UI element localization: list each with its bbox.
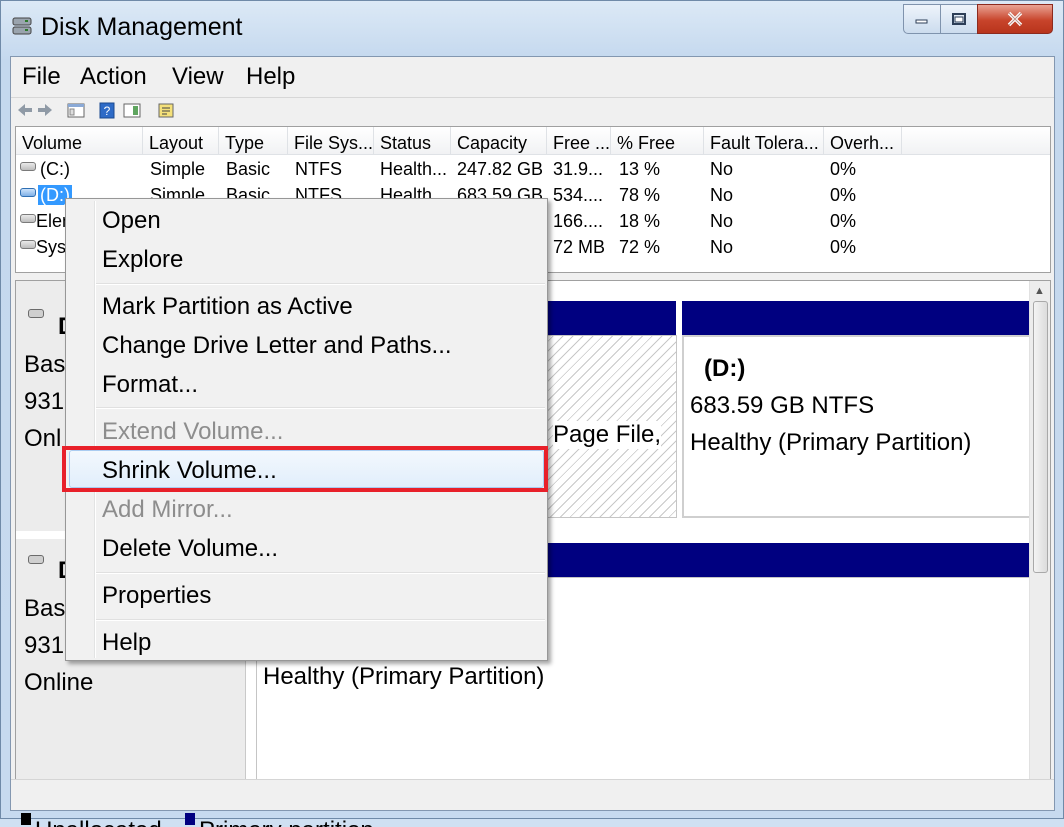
cell-fault: No bbox=[710, 159, 734, 179]
cell-overhead: 0% bbox=[830, 159, 857, 179]
cell-fault: No bbox=[710, 185, 734, 205]
vertical-scrollbar[interactable]: ▲ ▼ bbox=[1029, 281, 1050, 799]
volume-icon bbox=[20, 188, 36, 197]
cell-fault: No bbox=[710, 237, 734, 257]
disk-icon bbox=[28, 309, 44, 318]
help-icon[interactable]: ? bbox=[99, 102, 115, 119]
disk0-size: 931 bbox=[24, 388, 65, 415]
cell-type: Basic bbox=[226, 159, 271, 179]
disk1-status: Online bbox=[24, 669, 94, 696]
column-fault-tolerance[interactable]: Fault Tolera... bbox=[704, 127, 824, 155]
toolbar: ? bbox=[11, 97, 1054, 124]
menu-separator bbox=[96, 572, 545, 574]
menu-bar: File Action View Help bbox=[11, 57, 1054, 97]
cell-filesystem: NTFS bbox=[295, 159, 342, 179]
caption-buttons bbox=[903, 4, 1053, 34]
cell-free: 166.... bbox=[553, 211, 604, 231]
menu-explore[interactable]: Explore bbox=[102, 246, 183, 274]
menu-gutter bbox=[94, 201, 96, 658]
cell-status: Health... bbox=[380, 159, 448, 179]
minimize-icon bbox=[915, 19, 928, 24]
menu-add-mirror: Add Mirror... bbox=[102, 496, 233, 523]
menu-file[interactable]: File bbox=[22, 63, 61, 91]
svg-text:?: ? bbox=[104, 104, 111, 118]
unallocated-swatch bbox=[21, 813, 31, 825]
column-volume[interactable]: Volume bbox=[16, 127, 143, 155]
cell-layout: Simple bbox=[150, 159, 206, 179]
partition-mid-status: Page File, bbox=[553, 421, 662, 449]
menu-separator bbox=[96, 619, 545, 621]
menu-delete-volume[interactable]: Delete Volume... bbox=[102, 535, 278, 563]
column-filesystem[interactable]: File Sys... bbox=[288, 127, 374, 155]
forward-arrow-icon[interactable] bbox=[37, 102, 53, 119]
cell-fault: No bbox=[710, 211, 734, 231]
maximize-icon bbox=[952, 13, 966, 25]
menu-separator bbox=[96, 407, 545, 409]
disk1-type: Bas bbox=[24, 595, 66, 622]
partition-d-name: (D:) bbox=[704, 355, 746, 382]
column-spacer bbox=[902, 127, 1050, 155]
partition-d-header bbox=[682, 301, 1031, 335]
menu-properties[interactable]: Properties bbox=[102, 582, 211, 610]
disk-management-icon bbox=[12, 17, 32, 35]
cell-volume: (C:) bbox=[40, 159, 70, 179]
column-capacity[interactable]: Capacity bbox=[451, 127, 547, 155]
menu-action[interactable]: Action bbox=[80, 63, 147, 91]
menu-separator bbox=[96, 283, 545, 285]
disk-icon bbox=[28, 555, 44, 564]
menu-help[interactable]: Help bbox=[246, 63, 295, 91]
close-icon bbox=[1007, 11, 1023, 27]
partition-d[interactable]: (D:) 683.59 GB NTFS Healthy (Primary Par… bbox=[682, 335, 1031, 518]
column-pct-free[interactable]: % Free bbox=[611, 127, 704, 155]
column-overhead[interactable]: Overh... bbox=[824, 127, 902, 155]
scroll-up-arrow-icon[interactable]: ▲ bbox=[1034, 285, 1045, 297]
scroll-thumb[interactable] bbox=[1033, 301, 1048, 573]
menu-help[interactable]: Help bbox=[102, 629, 151, 657]
column-layout[interactable]: Layout bbox=[143, 127, 219, 155]
menu-open[interactable]: Open bbox=[102, 207, 161, 235]
menu-change-drive-letter[interactable]: Change Drive Letter and Paths... bbox=[102, 332, 452, 360]
menu-extend-volume: Extend Volume... bbox=[102, 418, 284, 445]
column-status[interactable]: Status bbox=[374, 127, 451, 155]
menu-mark-active[interactable]: Mark Partition as Active bbox=[102, 293, 353, 321]
context-menu: Open Explore Mark Partition as Active Ch… bbox=[65, 198, 548, 661]
cell-pct-free: 13 % bbox=[619, 159, 661, 179]
partition-d-status: Healthy (Primary Partition) bbox=[690, 429, 972, 456]
properties-icon[interactable] bbox=[157, 102, 175, 119]
maximize-button[interactable] bbox=[940, 4, 978, 34]
close-button[interactable] bbox=[977, 4, 1053, 34]
column-type[interactable]: Type bbox=[219, 127, 288, 155]
volume-icon bbox=[20, 214, 36, 223]
menu-view[interactable]: View bbox=[172, 63, 224, 91]
minimize-button[interactable] bbox=[903, 4, 941, 34]
disk0-type: Bas bbox=[24, 351, 66, 378]
primary-swatch bbox=[185, 813, 195, 825]
cell-pct-free: 18 % bbox=[619, 211, 661, 231]
cell-free: 534.... bbox=[553, 185, 604, 205]
cell-pct-free: 72 % bbox=[619, 237, 661, 257]
back-arrow-icon[interactable] bbox=[17, 102, 33, 119]
volume-icon bbox=[20, 240, 36, 249]
cell-pct-free: 78 % bbox=[619, 185, 661, 205]
annotation-highlight-box bbox=[62, 446, 548, 492]
status-bar bbox=[11, 779, 1054, 810]
cell-overhead: 0% bbox=[830, 237, 857, 257]
cell-capacity: 247.82 GB bbox=[457, 159, 544, 179]
window-title: Disk Management bbox=[41, 13, 243, 41]
disk0-status: Onl bbox=[24, 425, 62, 452]
cell-overhead: 0% bbox=[830, 185, 857, 205]
cell-free: 72 MB bbox=[553, 237, 606, 257]
column-free[interactable]: Free ... bbox=[547, 127, 611, 155]
show-pane-icon[interactable] bbox=[123, 102, 141, 119]
volume-icon bbox=[20, 162, 36, 171]
console-tree-icon[interactable] bbox=[67, 102, 85, 119]
menu-format[interactable]: Format... bbox=[102, 371, 198, 399]
cell-overhead: 0% bbox=[830, 211, 857, 231]
partition-d-size: 683.59 GB NTFS bbox=[690, 392, 875, 419]
cell-free: 31.9... bbox=[553, 159, 604, 179]
disk1-partition-status: Healthy (Primary Partition) bbox=[263, 663, 545, 690]
disk1-size: 931 bbox=[24, 632, 65, 659]
